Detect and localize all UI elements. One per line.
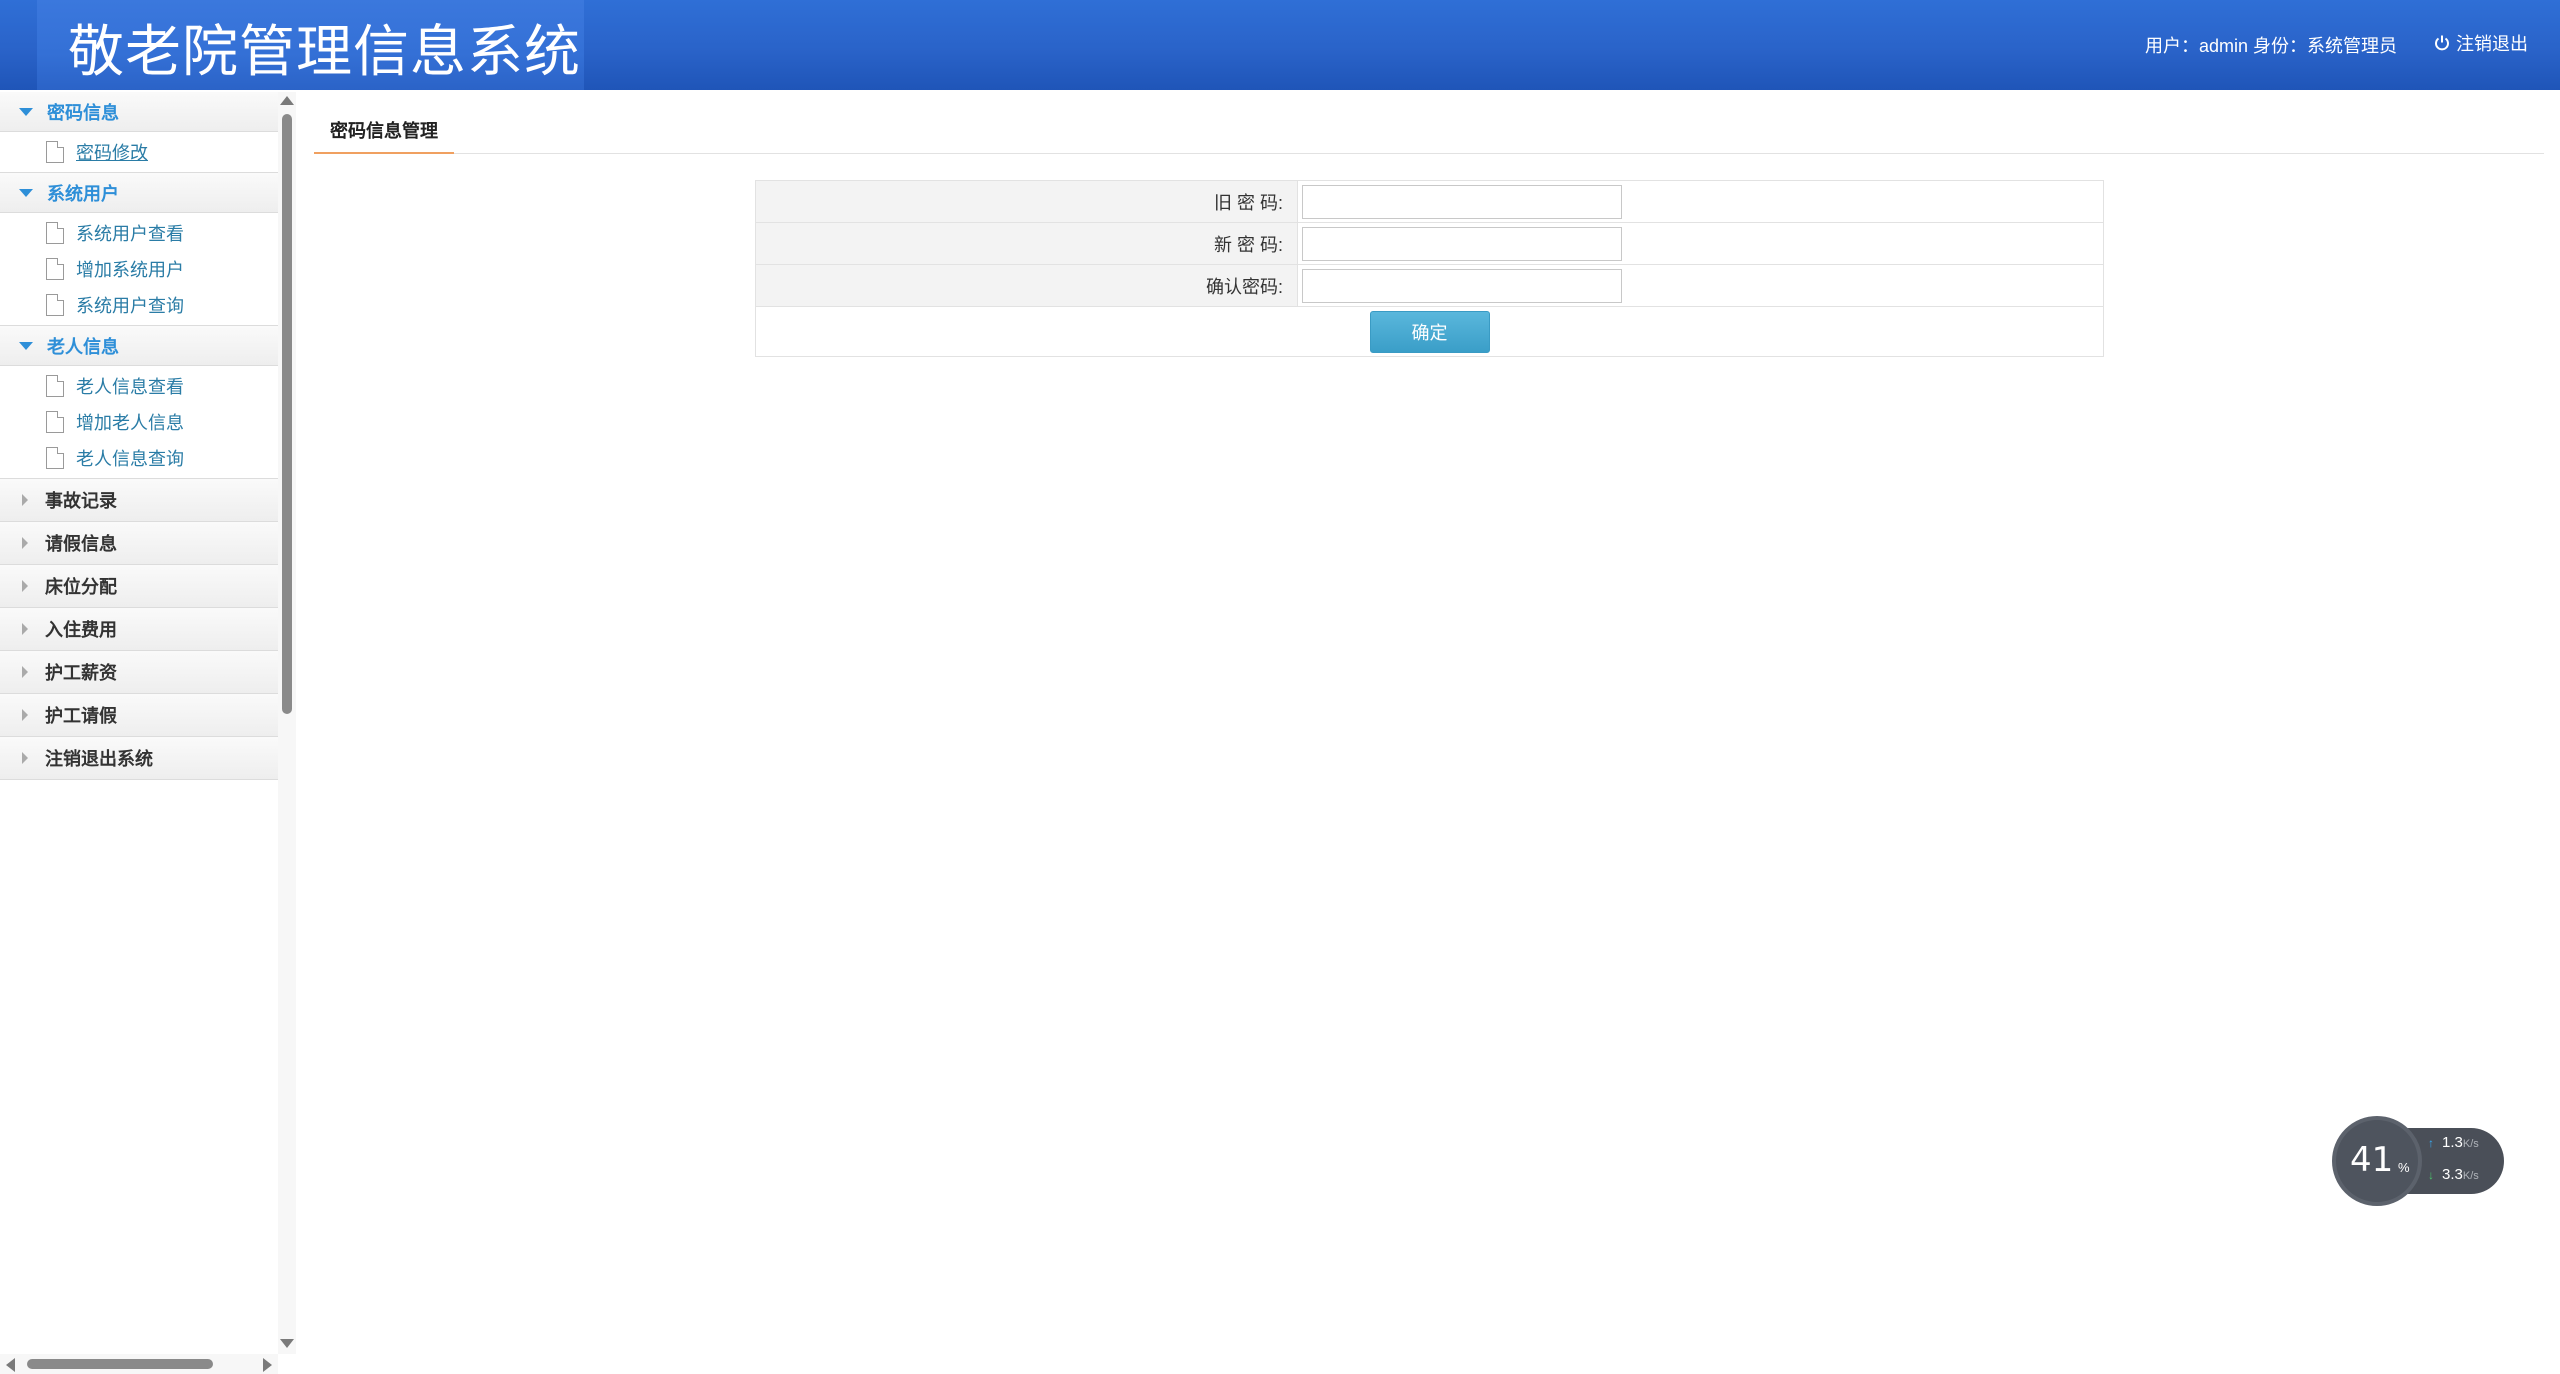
sidebar-item-query-system-users[interactable]: 系统用户查询 bbox=[0, 287, 278, 323]
network-speed-widget[interactable]: 41 % ↑ 1.3K/s ↓ 3.3K/s bbox=[2332, 1116, 2512, 1206]
sidebar-item-label: 增加系统用户 bbox=[76, 260, 184, 280]
sidebar-item-view-elderly-info[interactable]: 老人信息查看 bbox=[0, 368, 278, 404]
sidebar-item-query-elderly-info[interactable]: 老人信息查询 bbox=[0, 440, 278, 476]
document-icon bbox=[46, 447, 64, 469]
menu-header-label: 注销退出系统 bbox=[45, 749, 153, 769]
form-row-new-password: 新 密 码: bbox=[755, 222, 2104, 265]
sidebar-item-label: 系统用户查询 bbox=[76, 296, 184, 316]
tab-bar: 密码信息管理 bbox=[314, 108, 2544, 154]
document-icon bbox=[46, 375, 64, 397]
menu-header-bed-allocation[interactable]: 床位分配 bbox=[0, 565, 278, 608]
sidebar-item-label: 密码修改 bbox=[76, 143, 148, 163]
document-icon bbox=[46, 141, 64, 163]
sidebar-item-view-system-users[interactable]: 系统用户查看 bbox=[0, 215, 278, 251]
menu-header-password-info[interactable]: 密码信息 bbox=[0, 92, 278, 132]
scroll-right-arrow-icon[interactable] bbox=[263, 1358, 272, 1372]
download-unit: K/s bbox=[2462, 1170, 2479, 1182]
menu-header-system-users[interactable]: 系统用户 bbox=[0, 173, 278, 213]
menu-header-elderly-info[interactable]: 老人信息 bbox=[0, 326, 278, 366]
chevron-right-icon bbox=[22, 666, 28, 678]
header-bar: 敬老院管理信息系统 用户：admin 身份：系统管理员 注销退出 bbox=[0, 0, 2560, 90]
usage-percent: 41 bbox=[2350, 1140, 2394, 1180]
sidebar-item-label: 增加老人信息 bbox=[76, 413, 184, 433]
old-password-label: 旧 密 码: bbox=[755, 180, 1298, 223]
sidebar-vertical-scrollbar[interactable] bbox=[278, 92, 296, 1354]
main-content: 密码信息管理 旧 密 码: 新 密 码: 确认密码: 确定 bbox=[296, 92, 2560, 1374]
chevron-right-icon bbox=[22, 537, 28, 549]
menu-header-caregiver-salary[interactable]: 护工薪资 bbox=[0, 651, 278, 694]
menu-header-accident-records[interactable]: 事故记录 bbox=[0, 479, 278, 522]
upload-value: 1.3 bbox=[2442, 1134, 2463, 1151]
menu-group-elderly-info: 老人信息 老人信息查看 增加老人信息 老人信息查询 bbox=[0, 326, 278, 479]
chevron-right-icon bbox=[22, 752, 28, 764]
menu-header-label: 请假信息 bbox=[45, 534, 117, 554]
old-password-input[interactable] bbox=[1302, 184, 1622, 219]
usage-percent-sign: % bbox=[2398, 1160, 2410, 1175]
form-row-old-password: 旧 密 码: bbox=[755, 180, 2104, 223]
chevron-down-icon bbox=[19, 188, 33, 197]
scrollbar-thumb[interactable] bbox=[282, 114, 292, 714]
upload-speed: ↑ 1.3K/s bbox=[2428, 1134, 2479, 1151]
menu-header-label: 护工薪资 bbox=[45, 663, 117, 683]
menu-header-label: 入住费用 bbox=[45, 620, 117, 640]
menu-header-logout-system[interactable]: 注销退出系统 bbox=[0, 737, 278, 780]
sidebar-horizontal-scrollbar[interactable] bbox=[0, 1354, 278, 1374]
menu-header-label: 密码信息 bbox=[47, 102, 119, 123]
confirm-password-input[interactable] bbox=[1302, 268, 1622, 303]
chevron-down-icon bbox=[19, 341, 33, 350]
sidebar-item-add-elderly-info[interactable]: 增加老人信息 bbox=[0, 404, 278, 440]
chevron-right-icon bbox=[22, 623, 28, 635]
chevron-right-icon bbox=[22, 709, 28, 721]
tab-password-management[interactable]: 密码信息管理 bbox=[314, 108, 454, 154]
document-icon bbox=[46, 294, 64, 316]
document-icon bbox=[46, 258, 64, 280]
sidebar-item-change-password[interactable]: 密码修改 bbox=[0, 134, 278, 170]
menu-header-leave-info[interactable]: 请假信息 bbox=[0, 522, 278, 565]
menu-header-label: 事故记录 bbox=[45, 491, 117, 511]
confirm-button[interactable]: 确定 bbox=[1369, 310, 1490, 353]
sidebar-item-label: 系统用户查看 bbox=[76, 224, 184, 244]
app-title: 敬老院管理信息系统 bbox=[68, 20, 581, 85]
menu-header-accommodation-fees[interactable]: 入住费用 bbox=[0, 608, 278, 651]
logout-label: 注销退出 bbox=[2456, 34, 2528, 54]
submenu-list: 系统用户查看 增加系统用户 系统用户查询 bbox=[0, 213, 278, 326]
form-row-submit: 确定 bbox=[755, 306, 2104, 357]
scroll-left-arrow-icon[interactable] bbox=[6, 1358, 15, 1372]
user-info: 用户：admin 身份：系统管理员 bbox=[2145, 36, 2398, 56]
menu-group-password: 密码信息 密码修改 bbox=[0, 92, 278, 173]
chevron-right-icon bbox=[22, 494, 28, 506]
download-value: 3.3 bbox=[2442, 1166, 2463, 1183]
new-password-label: 新 密 码: bbox=[755, 222, 1298, 265]
menu-header-label: 床位分配 bbox=[45, 577, 117, 597]
sidebar-item-add-system-user[interactable]: 增加系统用户 bbox=[0, 251, 278, 287]
sidebar: 密码信息 密码修改 系统用户 系统用户查看 增加系统用户 系统用户查询 老人信息… bbox=[0, 92, 278, 1374]
submenu-list: 密码修改 bbox=[0, 132, 278, 173]
menu-header-label: 系统用户 bbox=[47, 183, 119, 204]
upload-arrow-icon: ↑ bbox=[2428, 1136, 2434, 1150]
sidebar-item-label: 老人信息查看 bbox=[76, 377, 184, 397]
scroll-down-arrow-icon[interactable] bbox=[280, 1339, 294, 1348]
menu-header-label: 护工请假 bbox=[45, 706, 117, 726]
document-icon bbox=[46, 411, 64, 433]
download-speed: ↓ 3.3K/s bbox=[2428, 1166, 2479, 1183]
menu-header-label: 老人信息 bbox=[47, 336, 119, 357]
menu-group-system-users: 系统用户 系统用户查看 增加系统用户 系统用户查询 bbox=[0, 173, 278, 326]
sidebar-item-label: 老人信息查询 bbox=[76, 449, 184, 469]
submenu-list: 老人信息查看 增加老人信息 老人信息查询 bbox=[0, 366, 278, 479]
chevron-right-icon bbox=[22, 580, 28, 592]
password-form: 旧 密 码: 新 密 码: 确认密码: 确定 bbox=[755, 180, 2104, 357]
scrollbar-thumb[interactable] bbox=[27, 1359, 213, 1369]
document-icon bbox=[46, 222, 64, 244]
form-row-confirm-password: 确认密码: bbox=[755, 264, 2104, 307]
upload-unit: K/s bbox=[2462, 1138, 2479, 1150]
download-arrow-icon: ↓ bbox=[2428, 1168, 2434, 1182]
scroll-up-arrow-icon[interactable] bbox=[280, 96, 294, 105]
confirm-password-label: 确认密码: bbox=[755, 264, 1298, 307]
logout-button[interactable]: 注销退出 bbox=[2433, 30, 2528, 56]
chevron-down-icon bbox=[19, 107, 33, 116]
new-password-input[interactable] bbox=[1302, 226, 1622, 261]
power-icon bbox=[2435, 35, 2449, 51]
menu-header-caregiver-leave[interactable]: 护工请假 bbox=[0, 694, 278, 737]
